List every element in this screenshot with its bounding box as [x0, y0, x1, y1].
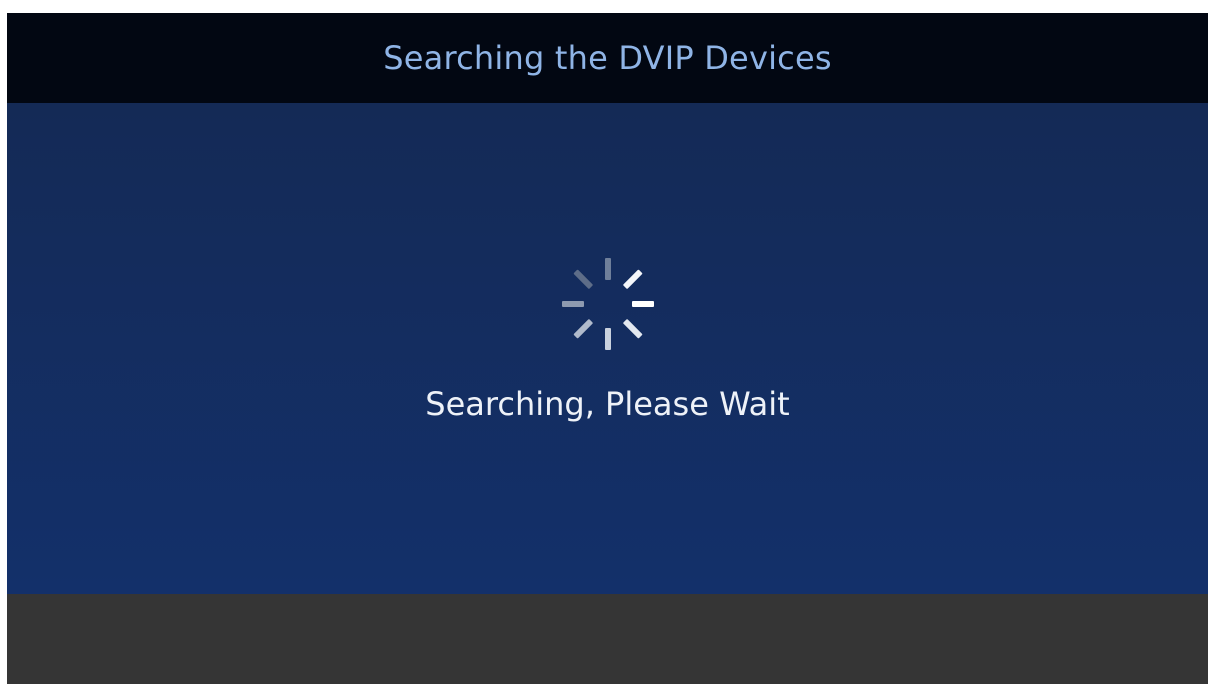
spinner-spoke [622, 318, 643, 339]
spinner-spoke [562, 301, 584, 307]
page-title: Searching the DVIP Devices [383, 39, 832, 77]
spinner-spoke [632, 301, 654, 307]
spinner-spoke [573, 318, 594, 339]
loading-spinner-icon [558, 254, 658, 354]
spinner-spoke [573, 269, 594, 290]
footer-bar [7, 594, 1208, 684]
spinner-spoke [605, 258, 611, 280]
header-bar: Searching the DVIP Devices [7, 13, 1208, 103]
main-panel: Searching, Please Wait [7, 103, 1208, 594]
spinner-spoke [622, 269, 643, 290]
status-message: Searching, Please Wait [425, 385, 790, 423]
spinner-spoke [605, 328, 611, 350]
loading-screen: Searching the DVIP Devices Searching, Pl… [7, 13, 1208, 684]
